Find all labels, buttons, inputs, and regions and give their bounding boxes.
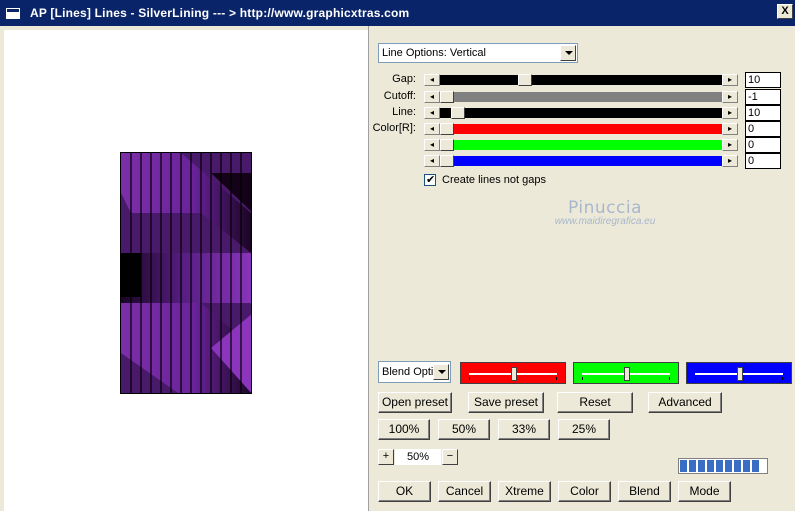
create-lines-checkbox[interactable] <box>424 173 436 186</box>
watermark-name: Pinuccia <box>568 198 642 218</box>
blend-red-thumb[interactable] <box>511 367 517 381</box>
cutoff-value-field[interactable]: -1 <box>745 89 781 105</box>
color-g-slider[interactable]: ◂ ▸ <box>424 139 738 151</box>
line-label: Line: <box>392 106 416 118</box>
line-slider[interactable]: ◂ ▸ <box>424 107 738 119</box>
color-r-thumb[interactable] <box>440 123 454 135</box>
line-track[interactable] <box>440 108 722 118</box>
blend-blue-thumb[interactable] <box>737 367 743 381</box>
scroll-left-icon[interactable]: ◂ <box>424 123 440 135</box>
scroll-right-icon[interactable]: ▸ <box>722 123 738 135</box>
gap-track[interactable] <box>440 75 722 85</box>
zoom-25-button[interactable]: 25% <box>558 419 610 440</box>
xtreme-button[interactable]: Xtreme <box>498 481 551 502</box>
mode-button[interactable]: Mode <box>678 481 731 502</box>
color-g-value-field[interactable]: 0 <box>745 137 781 153</box>
progress-segment <box>698 460 705 472</box>
cutoff-track[interactable] <box>440 92 722 102</box>
preview-artwork <box>121 153 251 393</box>
cutoff-thumb[interactable] <box>440 91 454 103</box>
color-r-value-field[interactable]: 0 <box>745 121 781 137</box>
zoom-out-button[interactable]: − <box>442 449 458 465</box>
scroll-left-icon[interactable]: ◂ <box>424 74 440 86</box>
color-b-slider[interactable]: ◂ ▸ <box>424 155 738 167</box>
zoom-in-button[interactable]: + <box>378 449 394 465</box>
blend-options-dropdown[interactable]: Blend Optio <box>378 361 451 383</box>
zoom-control: + 50% − <box>378 449 458 465</box>
line-value-field[interactable]: 10 <box>745 105 781 121</box>
advanced-button[interactable]: Advanced <box>648 392 722 413</box>
close-button[interactable]: X <box>777 4 793 19</box>
progress-indicator <box>678 458 768 474</box>
progress-segment <box>716 460 723 472</box>
zoom-33-button[interactable]: 33% <box>498 419 550 440</box>
save-preset-button[interactable]: Save preset <box>468 392 544 413</box>
color-b-value-field[interactable]: 0 <box>745 153 781 169</box>
progress-segment <box>707 460 714 472</box>
scroll-left-icon[interactable]: ◂ <box>424 107 440 119</box>
preview-pane <box>4 30 368 511</box>
scroll-left-icon[interactable]: ◂ <box>424 139 440 151</box>
scroll-left-icon[interactable]: ◂ <box>424 155 440 167</box>
preview-image <box>120 152 252 394</box>
color-r-track[interactable] <box>440 124 722 134</box>
cancel-button[interactable]: Cancel <box>438 481 491 502</box>
cutoff-slider[interactable]: ◂ ▸ <box>424 91 738 103</box>
cutoff-label: Cutoff: <box>383 90 416 102</box>
chevron-down-icon[interactable] <box>560 45 576 61</box>
open-preset-button[interactable]: Open preset <box>378 392 452 413</box>
gap-label: Gap: <box>392 73 416 85</box>
line-options-dropdown[interactable]: Line Options: Vertical <box>378 43 578 63</box>
window-title: AP [Lines] Lines - SilverLining --- > ht… <box>30 6 410 20</box>
create-lines-checkbox-row[interactable]: Create lines not gaps <box>424 173 546 186</box>
blend-blue-slider[interactable] <box>686 362 792 384</box>
color-b-thumb[interactable] <box>440 155 454 167</box>
watermark-url: www.maidiregrafica.eu <box>554 216 656 227</box>
window-icon <box>6 7 20 19</box>
progress-segment <box>680 460 687 472</box>
plugin-window: AP [Lines] Lines - SilverLining --- > ht… <box>0 0 795 511</box>
progress-segment <box>734 460 741 472</box>
progress-segment <box>689 460 696 472</box>
scroll-right-icon[interactable]: ▸ <box>722 155 738 167</box>
gap-slider[interactable]: ◂ ▸ <box>424 74 738 86</box>
gap-thumb[interactable] <box>518 74 532 86</box>
zoom-value: 50% <box>395 449 441 465</box>
color-g-thumb[interactable] <box>440 139 454 151</box>
create-lines-label: Create lines not gaps <box>442 174 546 186</box>
gap-value-field[interactable]: 10 <box>745 72 781 88</box>
blend-green-slider[interactable] <box>573 362 679 384</box>
reset-button[interactable]: Reset <box>557 392 633 413</box>
scroll-right-icon[interactable]: ▸ <box>722 107 738 119</box>
line-thumb[interactable] <box>451 107 465 119</box>
blend-red-slider[interactable] <box>460 362 566 384</box>
color-button[interactable]: Color <box>558 481 611 502</box>
blend-green-thumb[interactable] <box>624 367 630 381</box>
scroll-right-icon[interactable]: ▸ <box>722 139 738 151</box>
color-g-track[interactable] <box>440 140 722 150</box>
ok-button[interactable]: OK <box>378 481 431 502</box>
progress-segment <box>725 460 732 472</box>
blend-options-value: Blend Optio <box>382 366 433 378</box>
watermark: Pinuccia www.maidiregrafica.eu <box>520 198 690 227</box>
line-options-value: Line Options: Vertical <box>382 47 486 59</box>
color-b-track[interactable] <box>440 156 722 166</box>
scroll-left-icon[interactable]: ◂ <box>424 91 440 103</box>
title-bar: AP [Lines] Lines - SilverLining --- > ht… <box>0 0 795 26</box>
color-r-slider[interactable]: ◂ ▸ <box>424 123 738 135</box>
scroll-right-icon[interactable]: ▸ <box>722 74 738 86</box>
blend-button[interactable]: Blend <box>618 481 671 502</box>
chevron-down-icon[interactable] <box>433 364 449 380</box>
zoom-50-button[interactable]: 50% <box>438 419 490 440</box>
zoom-100-button[interactable]: 100% <box>378 419 430 440</box>
progress-segment <box>752 460 759 472</box>
progress-segment <box>743 460 750 472</box>
color-r-label: Color[R]: <box>372 122 416 134</box>
scroll-right-icon[interactable]: ▸ <box>722 91 738 103</box>
